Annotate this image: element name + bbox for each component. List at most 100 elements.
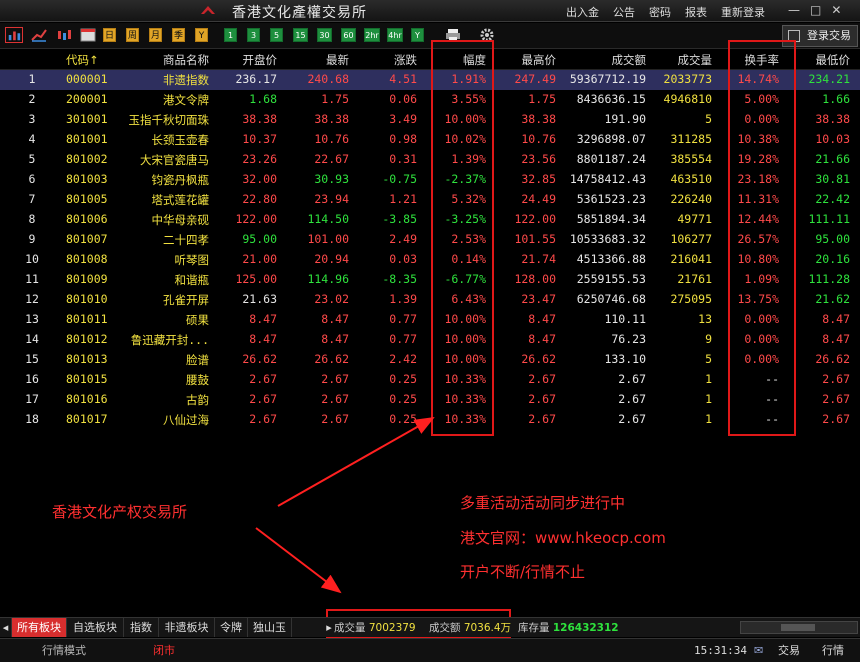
interval-3-button[interactable]: 3 <box>247 28 260 42</box>
cell-change: 1.21 <box>389 192 417 206</box>
period-day-button[interactable]: 日 <box>103 28 116 42</box>
cell-open: 23.26 <box>242 152 277 166</box>
header-code[interactable]: 代码↑ <box>66 52 99 68</box>
cell-high: 2.67 <box>528 392 556 406</box>
period-quarter-button[interactable]: 季 <box>172 28 185 42</box>
interval-4hr-button[interactable]: 4hr <box>387 28 403 42</box>
tab-token[interactable]: 令牌 <box>215 618 248 637</box>
row-number: 8 <box>28 212 36 226</box>
row-number: 16 <box>25 372 39 386</box>
menu-deposit-withdraw[interactable]: 出入金 <box>566 4 599 20</box>
cell-name: 听琴图 <box>174 253 210 267</box>
cell-open: 32.00 <box>242 172 277 186</box>
cell-open: 8.47 <box>249 312 277 326</box>
cell-last: 20.94 <box>314 252 349 266</box>
calendar-icon[interactable] <box>79 27 97 43</box>
row-number: 5 <box>28 152 36 166</box>
cell-code: 801011 <box>66 312 108 326</box>
quote-list-icon[interactable] <box>5 27 23 43</box>
header-low[interactable]: 最低价 <box>816 52 851 68</box>
interval-60-button[interactable]: 60 <box>341 28 356 42</box>
cell-change: 3.49 <box>389 112 417 126</box>
cell-volume: 1 <box>705 372 712 386</box>
tab-index[interactable]: 指数 <box>124 618 159 637</box>
cell-low: 2.67 <box>822 392 850 406</box>
row-number: 10 <box>25 252 39 266</box>
cell-volume: 226240 <box>670 192 712 206</box>
interval-30-button[interactable]: 30 <box>317 28 332 42</box>
tab-scroll-right[interactable]: ▸ <box>324 618 334 637</box>
cell-code: 301001 <box>66 112 108 126</box>
maximize-button[interactable]: □ <box>810 3 821 17</box>
tab-dushan-jade[interactable]: 独山玉 <box>248 618 292 637</box>
menu-report[interactable]: 报表 <box>685 4 707 20</box>
row-number: 4 <box>28 132 36 146</box>
menu-announcement[interactable]: 公告 <box>613 4 635 20</box>
interval-y-button[interactable]: Y <box>411 28 424 42</box>
cell-change: 1.39 <box>389 292 417 306</box>
cell-code: 801013 <box>66 352 108 366</box>
cell-volume: 106277 <box>670 232 712 246</box>
cell-open: 21.63 <box>242 292 277 306</box>
row-number: 6 <box>28 172 36 186</box>
tab-scroll-left[interactable]: ◂ <box>0 618 12 637</box>
cell-high: 23.47 <box>521 292 556 306</box>
cell-name: 玉指千秋切面珠 <box>128 113 210 127</box>
close-button[interactable]: ✕ <box>831 3 841 17</box>
status-mode[interactable]: 行情模式 <box>42 640 86 662</box>
amount-value: 7036.4万 <box>463 622 512 634</box>
header-change[interactable]: 涨跌 <box>394 52 417 68</box>
horizontal-scrollbar[interactable] <box>740 621 858 634</box>
tab-heritage[interactable]: 非遗板块 <box>159 618 215 637</box>
period-month-button[interactable]: 月 <box>149 28 162 42</box>
amount-label: 成交额 <box>428 622 461 634</box>
header-open[interactable]: 开盘价 <box>243 52 278 68</box>
cell-high: 23.56 <box>521 152 556 166</box>
cell-volume: 4946810 <box>663 92 712 106</box>
cell-volume: 2033773 <box>663 72 712 86</box>
cell-name: 八仙过海 <box>163 413 209 427</box>
status-trade[interactable]: 交易 <box>778 640 800 662</box>
cell-open: 2.67 <box>249 372 277 386</box>
status-quote[interactable]: 行情 <box>822 640 844 662</box>
interval-1-button[interactable]: 1 <box>224 28 237 42</box>
cell-last: 101.00 <box>307 232 349 246</box>
cell-name: 长颈玉壶春 <box>151 133 210 147</box>
sector-tab-bar: ◂ 所有板块 自选板块 指数 非遗板块 令牌 独山玉 ▸ 成交量 7002379… <box>0 617 860 637</box>
header-last[interactable]: 最新 <box>326 52 349 68</box>
header-high[interactable]: 最高价 <box>522 52 557 68</box>
interval-2hr-button[interactable]: 2hr <box>364 28 380 42</box>
cell-change: 2.49 <box>389 232 417 246</box>
row-number: 13 <box>25 312 39 326</box>
interval-5-button[interactable]: 5 <box>270 28 283 42</box>
interval-15-button[interactable]: 15 <box>293 28 308 42</box>
cell-low: 1.66 <box>822 92 850 106</box>
cell-amount: 2559155.53 <box>576 272 646 286</box>
kline-chart-icon[interactable] <box>55 27 73 43</box>
minimize-button[interactable]: — <box>788 3 800 17</box>
mail-icon[interactable]: ✉ <box>754 640 763 662</box>
annotation-line-2: 港文官网：www.hkeocp.com <box>460 529 666 547</box>
header-volume[interactable]: 成交量 <box>678 52 713 68</box>
header-name[interactable]: 商品名称 <box>163 52 209 68</box>
cell-change: 0.06 <box>389 92 417 106</box>
trend-chart-icon[interactable] <box>30 27 48 43</box>
cell-last: 114.96 <box>307 272 349 286</box>
cell-amount: 76.23 <box>611 332 646 346</box>
percent-column-highlight <box>431 40 494 436</box>
period-week-button[interactable]: 周 <box>126 28 139 42</box>
period-year-button[interactable]: Y <box>195 28 208 42</box>
cell-open: 2.67 <box>249 412 277 426</box>
menu-relogin[interactable]: 重新登录 <box>721 4 765 20</box>
cell-name: 二十四孝 <box>163 233 209 247</box>
header-amount[interactable]: 成交额 <box>612 52 647 68</box>
menu-password[interactable]: 密码 <box>649 4 671 20</box>
cell-high: 101.55 <box>514 232 556 246</box>
cell-low: 26.62 <box>815 352 850 366</box>
cell-code: 801005 <box>66 192 108 206</box>
cell-open: 95.00 <box>242 232 277 246</box>
tab-all-sectors[interactable]: 所有板块 <box>12 618 67 637</box>
tab-watchlist[interactable]: 自选板块 <box>67 618 124 637</box>
scrollbar-thumb[interactable] <box>781 624 815 631</box>
cell-high: 26.62 <box>521 352 556 366</box>
